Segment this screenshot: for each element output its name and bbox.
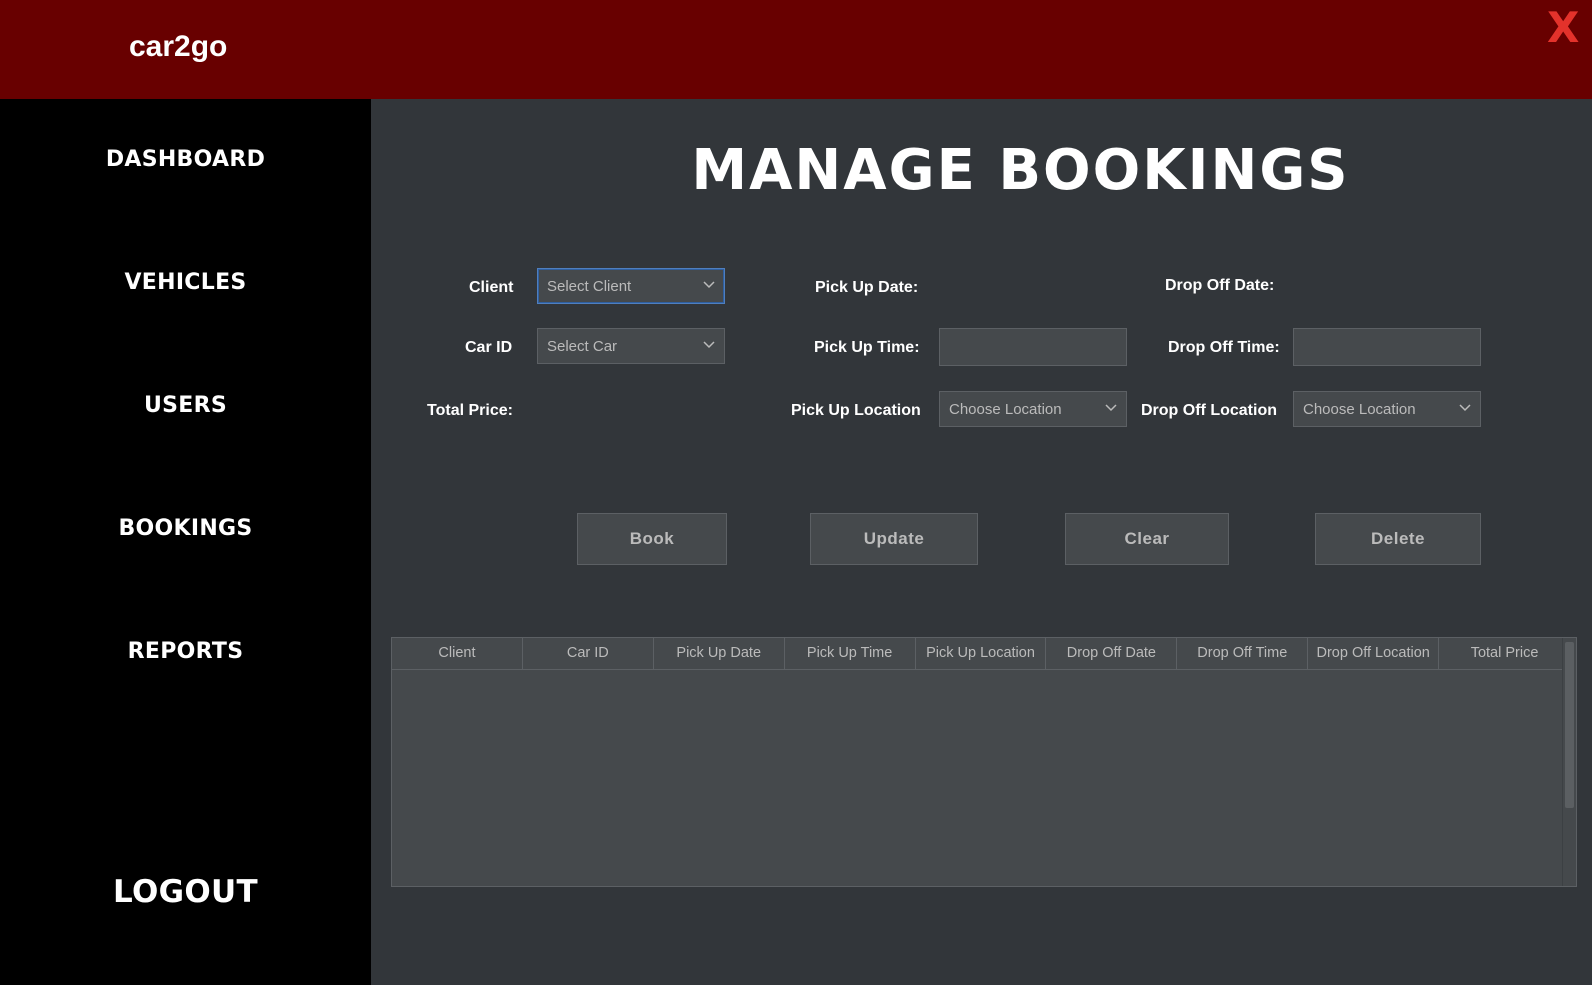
dropoff-time-field[interactable] <box>1293 328 1481 366</box>
chevron-down-icon <box>1105 404 1117 412</box>
car-select-value: Select Car <box>547 338 618 355</box>
pickup-location-label: Pick Up Location <box>791 402 921 419</box>
client-select[interactable]: Select Client <box>537 268 725 304</box>
pickup-date-label: Pick Up Date: <box>815 279 919 296</box>
dropoff-location-select[interactable]: Choose Location <box>1293 391 1481 427</box>
scrollbar-thumb[interactable] <box>1565 642 1574 808</box>
total-price-label: Total Price: <box>427 402 513 419</box>
sidebar-item-users[interactable]: USERS <box>0 393 371 418</box>
column-header-total-price[interactable]: Total Price <box>1439 638 1570 669</box>
dropoff-time-label: Drop Off Time: <box>1168 339 1280 356</box>
sidebar: DASHBOARD VEHICLES USERS BOOKINGS REPORT… <box>0 99 371 985</box>
client-select-value: Select Client <box>547 278 632 295</box>
clear-button[interactable]: Clear <box>1065 513 1229 565</box>
client-label: Client <box>469 279 514 296</box>
page-title: MANAGE BOOKINGS <box>691 138 1350 203</box>
column-header-dropoff-date[interactable]: Drop Off Date <box>1046 638 1178 669</box>
pickup-location-value: Choose Location <box>949 401 1062 418</box>
column-header-dropoff-time[interactable]: Drop Off Time <box>1177 638 1309 669</box>
pickup-time-label: Pick Up Time: <box>814 339 920 356</box>
table-scrollbar[interactable] <box>1562 638 1576 886</box>
column-header-client[interactable]: Client <box>392 638 523 669</box>
column-header-dropoff-location[interactable]: Drop Off Location <box>1308 638 1440 669</box>
dropoff-location-value: Choose Location <box>1303 401 1416 418</box>
column-header-pickup-location[interactable]: Pick Up Location <box>916 638 1047 669</box>
delete-button[interactable]: Delete <box>1315 513 1481 565</box>
sidebar-item-bookings[interactable]: BOOKINGS <box>0 516 371 541</box>
app-title: car2go <box>129 30 228 63</box>
sidebar-item-vehicles[interactable]: VEHICLES <box>0 270 371 295</box>
column-header-pickup-time[interactable]: Pick Up Time <box>785 638 916 669</box>
chevron-down-icon <box>703 281 715 289</box>
dropoff-location-label: Drop Off Location <box>1141 402 1277 419</box>
car-id-label: Car ID <box>465 339 513 356</box>
column-header-pickup-date[interactable]: Pick Up Date <box>654 638 785 669</box>
close-icon[interactable]: X <box>1547 4 1579 52</box>
pickup-location-select[interactable]: Choose Location <box>939 391 1127 427</box>
column-header-car-id[interactable]: Car ID <box>523 638 654 669</box>
bookings-table[interactable]: Client Car ID Pick Up Date Pick Up Time … <box>391 637 1577 887</box>
update-button[interactable]: Update <box>810 513 978 565</box>
table-body[interactable] <box>392 670 1560 886</box>
chevron-down-icon <box>703 341 715 349</box>
car-select[interactable]: Select Car <box>537 328 725 364</box>
chevron-down-icon <box>1459 404 1471 412</box>
table-header: Client Car ID Pick Up Date Pick Up Time … <box>392 638 1574 670</box>
pickup-time-field[interactable] <box>939 328 1127 366</box>
title-bar: car2go X <box>0 0 1592 99</box>
sidebar-item-dashboard[interactable]: DASHBOARD <box>0 147 371 172</box>
logout-button[interactable]: LOGOUT <box>0 874 371 910</box>
sidebar-item-reports[interactable]: REPORTS <box>0 639 371 664</box>
book-button[interactable]: Book <box>577 513 727 565</box>
dropoff-date-label: Drop Off Date: <box>1165 277 1275 294</box>
